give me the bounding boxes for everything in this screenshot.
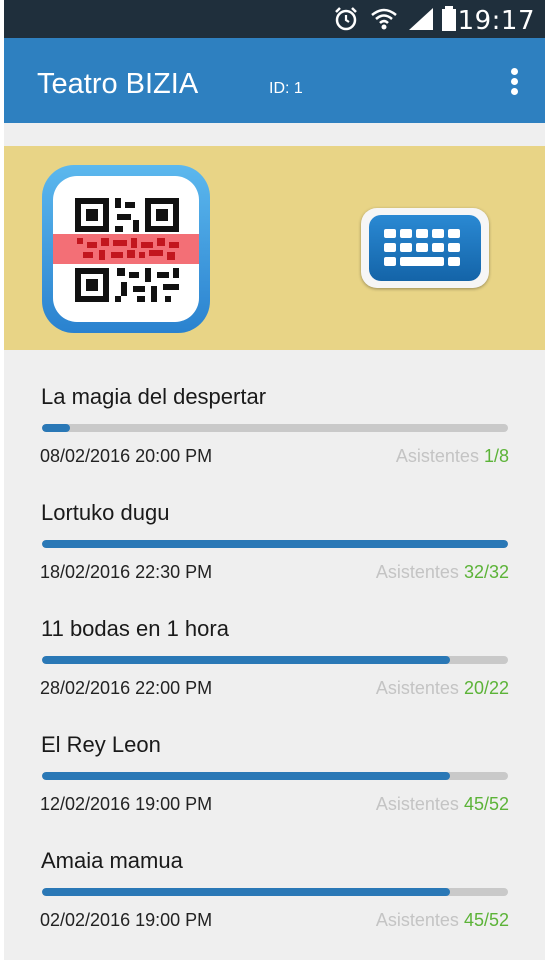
event-name: Lortuko dugu [41,500,170,525]
wifi-icon [371,8,397,30]
event-date: 28/02/2016 22:00 PM [40,678,213,698]
qr-scan-button[interactable] [42,165,210,333]
attendees-label: Asistentes [375,910,459,930]
attendance-progress-bar [42,540,508,548]
event-date: 02/02/2016 19:00 PM [40,910,213,930]
attendees-count: Asistentes 45/52 [376,910,509,931]
event-list: La magia del despertar 08/02/2016 20:00 … [4,350,545,930]
attendance-progress-bar [42,424,508,432]
attendees-count: Asistentes 1/8 [396,446,509,467]
attendees-value: 32/32 [463,562,509,582]
event-item[interactable]: Lortuko dugu 18/02/2016 22:30 PM Asisten… [4,466,545,582]
signal-icon [409,8,433,30]
id-label: ID: 1 [269,80,303,97]
battery-icon [442,6,456,31]
alarm-icon [335,7,357,31]
attendees-label: Asistentes [395,446,479,466]
attendees-count: Asistentes 32/32 [376,562,509,583]
clock: 19:17 [457,6,535,36]
event-date: 12/02/2016 19:00 PM [40,794,213,814]
scan-banner [4,146,545,350]
attendance-progress-bar [42,656,508,664]
event-name: 11 bodas en 1 hora [41,616,229,641]
attendance-progress-fill [42,888,450,896]
app-title: Teatro BIZIA [37,68,199,100]
app-bar: Teatro BIZIA ID: 1 [4,38,545,123]
attendees-value: 20/22 [463,678,509,698]
event-name: El Rey Leon [41,732,161,757]
attendance-progress-bar [42,772,508,780]
attendees-count: Asistentes 20/22 [376,678,509,699]
attendees-value: 45/52 [463,910,509,930]
event-name: Amaia mamua [41,848,183,873]
event-item[interactable]: 11 bodas en 1 hora 28/02/2016 22:00 PM A… [4,582,545,698]
attendees-value: 45/52 [463,794,509,814]
overflow-menu-icon[interactable] [511,68,519,96]
attendees-label: Asistentes [375,678,459,698]
event-date: 18/02/2016 22:30 PM [40,562,213,582]
attendance-progress-fill [42,772,450,780]
attendees-value: 1/8 [483,446,509,466]
status-bar: 19:17 [4,0,545,38]
app-screen: 19:17 Teatro BIZIA ID: 1 La magia del de… [4,0,545,960]
attendance-progress-bar [42,888,508,896]
keyboard-icon [369,215,481,281]
attendance-progress-fill [42,540,508,548]
event-name: La magia del despertar [41,384,267,409]
manual-entry-button[interactable] [361,208,489,288]
attendees-label: Asistentes [375,794,459,814]
qr-scan-icon [53,176,199,322]
attendees-label: Asistentes [375,562,459,582]
event-item[interactable]: El Rey Leon 12/02/2016 19:00 PM Asistent… [4,698,545,814]
event-item[interactable]: Amaia mamua 02/02/2016 19:00 PM Asistent… [4,814,545,930]
attendance-progress-fill [42,656,450,664]
attendance-progress-fill [42,424,70,432]
event-item[interactable]: La magia del despertar 08/02/2016 20:00 … [4,350,545,466]
event-date: 08/02/2016 20:00 PM [40,446,213,466]
attendees-count: Asistentes 45/52 [376,794,509,815]
